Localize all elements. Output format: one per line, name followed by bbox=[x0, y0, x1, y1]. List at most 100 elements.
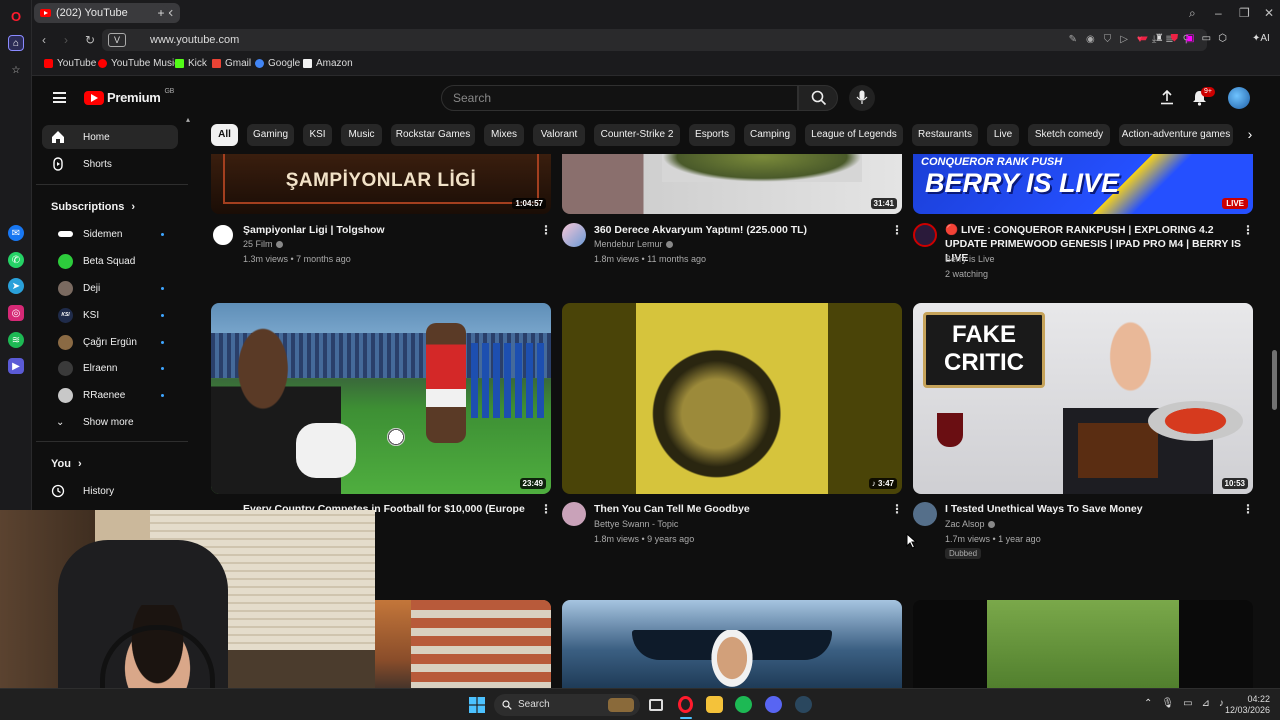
steam-icon[interactable] bbox=[795, 696, 812, 713]
chip-gaming[interactable]: Gaming bbox=[247, 124, 294, 146]
video-title[interactable]: Then You Can Tell Me Goodbye bbox=[594, 502, 884, 516]
bookmark-gmail[interactable]: Gmail bbox=[212, 58, 251, 69]
channel-name[interactable]: 25 Film bbox=[243, 239, 283, 249]
video-thumbnail[interactable] bbox=[913, 600, 1253, 688]
video-menu-icon[interactable]: ⋮ bbox=[891, 502, 903, 516]
channel-name[interactable]: Mendebur Lemur bbox=[594, 239, 673, 249]
task-view-icon[interactable] bbox=[649, 699, 663, 711]
forward-icon[interactable]: › bbox=[64, 33, 68, 47]
opera-logo-icon[interactable]: O bbox=[8, 8, 24, 24]
sidebar-item-cagri-ergun[interactable]: Çağrı Ergün bbox=[42, 330, 178, 354]
spotify-taskbar-icon[interactable] bbox=[735, 696, 752, 713]
chip-mixes[interactable]: Mixes bbox=[484, 124, 524, 146]
video-menu-icon[interactable]: ⋮ bbox=[540, 502, 552, 516]
video-thumbnail[interactable]: ŞAMPİYONLAR LİGİ 1:04:57 bbox=[211, 154, 551, 214]
video-thumbnail[interactable] bbox=[562, 600, 902, 688]
sidebar-item-shorts[interactable]: Shorts bbox=[42, 152, 178, 176]
search-button[interactable] bbox=[798, 85, 838, 111]
player-icon[interactable]: ▶ bbox=[8, 358, 24, 374]
vpn-badge[interactable]: V bbox=[108, 33, 126, 47]
chip-valorant[interactable]: Valorant bbox=[533, 124, 585, 146]
video-menu-icon[interactable]: ⋮ bbox=[1242, 223, 1254, 237]
tray-icons[interactable]: ⌃🎙▭⊿♪ bbox=[1144, 698, 1233, 709]
bookmark-kick[interactable]: Kick bbox=[175, 58, 207, 69]
spotify-icon[interactable]: ≋ bbox=[8, 332, 24, 348]
chips-next-button[interactable]: › bbox=[1239, 124, 1261, 146]
channel-avatar[interactable] bbox=[913, 223, 937, 247]
chip-all[interactable]: All bbox=[211, 124, 238, 146]
sidebar-item-elraenn[interactable]: Elraenn bbox=[42, 356, 178, 380]
new-tab-button[interactable]: + bbox=[153, 5, 169, 21]
sidebar-item-home[interactable]: Home bbox=[42, 125, 178, 149]
taskbar-search[interactable]: Search bbox=[494, 694, 640, 716]
video-thumbnail[interactable]: ♪ 3:47 bbox=[562, 303, 902, 494]
channel-avatar[interactable] bbox=[913, 502, 937, 526]
chip-live[interactable]: Live bbox=[987, 124, 1019, 146]
chip-sketch-comedy[interactable]: Sketch comedy bbox=[1028, 124, 1110, 146]
chip-ksi[interactable]: KSI bbox=[303, 124, 332, 146]
channel-avatar[interactable] bbox=[211, 223, 235, 247]
chip-restaurants[interactable]: Restaurants bbox=[912, 124, 978, 146]
clock[interactable]: 04:22 12/03/2026 bbox=[1222, 694, 1270, 716]
video-thumbnail[interactable]: FAKE CRITIC 10:53 bbox=[913, 303, 1253, 494]
chip-rockstar-games[interactable]: Rockstar Games bbox=[391, 124, 475, 146]
search-tabs-icon[interactable]: ⌕ bbox=[1189, 6, 1196, 20]
minimize-icon[interactable]: – bbox=[1215, 6, 1222, 20]
voice-search-button[interactable] bbox=[849, 85, 875, 111]
bookmarks-icon[interactable]: ☆ bbox=[8, 62, 24, 78]
sidebar-show-more[interactable]: ⌄ Show more bbox=[42, 410, 178, 434]
bookmark-youtube-music[interactable]: YouTube Music bbox=[98, 58, 179, 69]
opera-taskbar-icon[interactable] bbox=[678, 696, 693, 713]
sidebar-item-ksi[interactable]: KSI KSI bbox=[42, 303, 178, 327]
video-thumbnail[interactable]: 23:49 bbox=[211, 303, 551, 494]
chip-esports[interactable]: Esports bbox=[689, 124, 735, 146]
page-scrollbar[interactable] bbox=[1272, 350, 1277, 410]
telegram-icon[interactable]: ➤ bbox=[8, 278, 24, 294]
url-field[interactable]: V www.youtube.com ✎◉⛉▷♥⤓≣⚲ bbox=[102, 29, 1207, 51]
reload-icon[interactable]: ↻ bbox=[85, 33, 95, 47]
video-title[interactable]: I Tested Unethical Ways To Save Money bbox=[945, 502, 1235, 516]
subscriptions-heading[interactable]: Subscriptions › bbox=[51, 201, 135, 213]
menu-icon[interactable] bbox=[53, 92, 66, 103]
sidebar-item-deji[interactable]: Deji bbox=[42, 276, 178, 300]
chip-league-of-legends[interactable]: League of Legends bbox=[805, 124, 903, 146]
instagram-icon[interactable]: ◎ bbox=[8, 305, 24, 321]
chip-camping[interactable]: Camping bbox=[744, 124, 796, 146]
sidebar-item-rraenee[interactable]: RRaenee bbox=[42, 383, 178, 407]
maximize-icon[interactable]: ❐ bbox=[1239, 6, 1250, 20]
file-explorer-icon[interactable] bbox=[706, 696, 723, 713]
channel-avatar[interactable] bbox=[562, 223, 586, 247]
messenger-icon[interactable]: ✉ bbox=[8, 225, 24, 241]
video-menu-icon[interactable]: ⋮ bbox=[891, 223, 903, 237]
back-icon[interactable]: ‹ bbox=[42, 33, 46, 47]
sidebar-item-history[interactable]: History bbox=[42, 479, 178, 503]
search-input[interactable]: Search bbox=[441, 85, 798, 111]
video-title[interactable]: Şampiyonlar Ligi | Tolgshow bbox=[243, 223, 533, 237]
ai-button[interactable]: ✦AI bbox=[1252, 33, 1270, 44]
chip-music[interactable]: Music bbox=[341, 124, 382, 146]
chip-counter-strike-2[interactable]: Counter-Strike 2 bbox=[594, 124, 680, 146]
video-title[interactable]: 360 Derece Akvaryum Yaptım! (225.000 TL) bbox=[594, 223, 884, 237]
video-thumbnail[interactable]: CONQUEROR RANK PUSH BERRY IS LIVE LIVE bbox=[913, 154, 1253, 214]
chip-action-adventure-games[interactable]: Action-adventure games bbox=[1119, 124, 1233, 146]
close-window-icon[interactable]: ✕ bbox=[1264, 6, 1274, 20]
channel-name[interactable]: Berry is Live bbox=[945, 254, 995, 264]
discord-icon[interactable] bbox=[765, 696, 782, 713]
home-icon[interactable]: ⌂ bbox=[8, 35, 24, 51]
upload-icon[interactable] bbox=[1160, 90, 1174, 105]
channel-avatar[interactable] bbox=[562, 502, 586, 526]
channel-name[interactable]: Zac Alsop bbox=[945, 519, 995, 529]
extension-icons[interactable]: ▰♜⛊▣▭⬡ bbox=[1140, 33, 1234, 44]
you-heading[interactable]: You › bbox=[51, 458, 82, 470]
bookmark-google[interactable]: Google bbox=[255, 58, 300, 69]
account-avatar[interactable] bbox=[1228, 87, 1250, 109]
bookmark-amazon[interactable]: Amazon bbox=[303, 58, 353, 69]
sidebar-item-beta-squad[interactable]: Beta Squad bbox=[42, 249, 178, 273]
sidebar-scroll-up-icon[interactable]: ▴ bbox=[186, 115, 190, 124]
video-thumbnail[interactable]: 31:41 bbox=[562, 154, 902, 214]
youtube-logo[interactable]: Premium GB bbox=[84, 88, 174, 105]
video-menu-icon[interactable]: ⋮ bbox=[1242, 502, 1254, 516]
bookmark-youtube[interactable]: YouTube bbox=[44, 58, 96, 69]
windows-start-icon[interactable] bbox=[469, 697, 485, 713]
sidebar-item-sidemen[interactable]: Sidemen bbox=[42, 222, 178, 246]
